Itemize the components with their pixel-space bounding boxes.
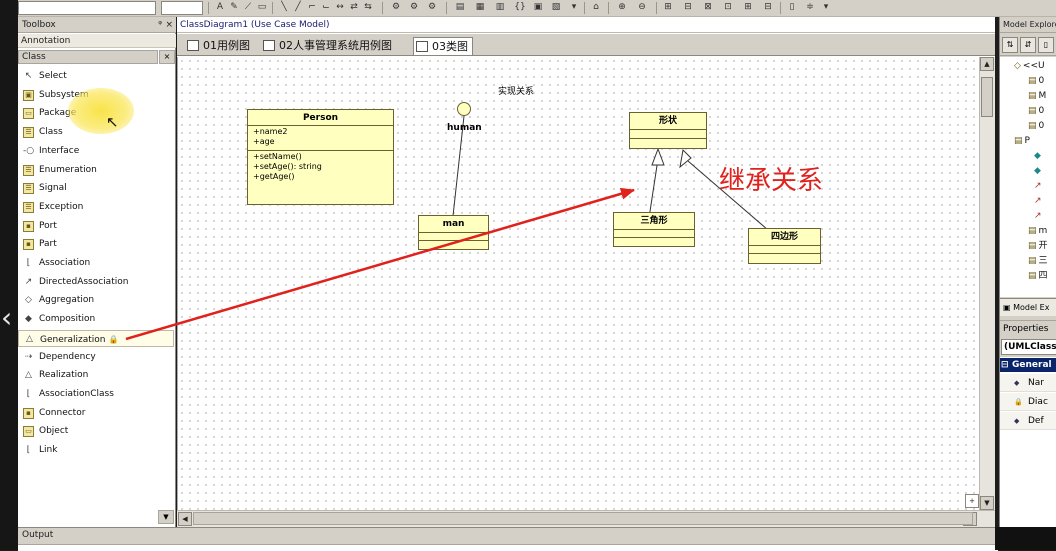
tree-node[interactable]: ▤ m [1028, 224, 1047, 238]
property-label: Def [1028, 416, 1044, 426]
collapse-icon: ⊟ [1001, 360, 1009, 370]
properties-category[interactable]: ⊟ General [1000, 358, 1056, 372]
property-row[interactable]: ◆ Nar [1000, 374, 1056, 392]
tree-node[interactable]: ▤ 0 [1028, 119, 1044, 133]
tree-node[interactable]: ▤ 0 [1028, 104, 1044, 118]
tree-node[interactable]: ▤ 0 [1028, 74, 1044, 88]
tree-node-icon: ▤ [1028, 256, 1037, 266]
property-icon: ◆ [1014, 379, 1020, 387]
screen-bezel-bottom-right [995, 527, 1056, 550]
sort-icon[interactable]: ⇅ [1002, 37, 1018, 53]
tree-node-icon: ▤ [1028, 121, 1037, 131]
tree-node[interactable]: ▤ M [1028, 89, 1046, 103]
tree-node[interactable]: ↗ [1034, 194, 1044, 208]
sort2-icon[interactable]: ⇵ [1020, 37, 1036, 53]
tree-node[interactable]: ↗ [1034, 179, 1044, 193]
tree-node[interactable]: ◆ [1034, 149, 1043, 163]
tree-node-label: 0 [1038, 106, 1045, 116]
properties-grid: ⊟ General ◆ Nar 🔒 Diac ◆ Def [1000, 357, 1056, 529]
model-explorer-toolbar: ⇅ ⇵ ▯ [1000, 34, 1056, 56]
property-label: Diac [1028, 397, 1048, 407]
tree-node-label: P [1024, 136, 1030, 146]
tree-node-icon: ↗ [1034, 196, 1042, 206]
tree-node-icon: ◆ [1034, 151, 1041, 161]
property-icon: ◆ [1014, 417, 1020, 425]
tree-node-icon: ▤ [1028, 271, 1037, 281]
tree-node-icon: ◆ [1034, 166, 1041, 176]
tree-node[interactable]: ▤ 四 [1028, 269, 1048, 283]
tree-node[interactable]: ◇ <<U [1014, 59, 1045, 73]
tree-node[interactable]: ▤ 三 [1028, 254, 1048, 268]
tree-node[interactable]: ▤ 开 [1028, 239, 1048, 253]
tab-label: Model Ex [1013, 303, 1050, 312]
tree-node-icon: ▤ [1028, 241, 1037, 251]
tree-node-label: m [1038, 226, 1048, 236]
annotation-arrow-layer [125, 187, 635, 341]
tree-node-label: 开 [1038, 241, 1048, 251]
tree-node[interactable]: ◆ [1034, 164, 1043, 178]
tree-node-label: 三 [1038, 256, 1048, 266]
properties-object-select[interactable]: (UMLClass [1001, 339, 1056, 355]
tree-node-label: <<U [1022, 61, 1045, 71]
tree-node-label: M [1038, 91, 1047, 101]
view-icon[interactable]: ▯ [1038, 37, 1054, 53]
property-icon: 🔒 [1014, 398, 1023, 406]
tree-node-icon: ▤ [1028, 91, 1037, 101]
model-explorer-title: Model Explorer [1000, 17, 1056, 33]
right-dock: Model Explorer ⇅ ⇵ ▯ ◇<<U▤0▤M▤0▤0▤P◆◆↗↗↗… [999, 17, 1056, 529]
model-icon: ▣ [1003, 303, 1014, 312]
tree-node[interactable]: ▤ P [1014, 134, 1030, 148]
properties-title: Properties [1000, 320, 1056, 336]
tree-node-icon: ▤ [1014, 136, 1023, 146]
property-row[interactable]: ◆ Def [1000, 412, 1056, 430]
output-title: Output [22, 530, 54, 540]
tree-node[interactable]: ↗ [1034, 209, 1044, 223]
model-explorer-tree[interactable]: ◇ <<U ▤ 0 ▤ M ▤ 0 ▤ 0 ▤ P ◆ ◆ ↗ ↗ ↗ ▤ m ▤ 开 ▤ 三 ▤ 四 [1000, 57, 1056, 297]
tree-node-icon: ↗ [1034, 211, 1042, 221]
tab-model-explorer[interactable]: ▣ Model Ex [1000, 298, 1056, 316]
property-row[interactable]: 🔒 Diac [1000, 393, 1056, 411]
red-arrow-icon [125, 187, 635, 341]
category-label: General [1012, 360, 1052, 370]
tree-node-icon: ↗ [1034, 181, 1042, 191]
output-panel: Output [18, 527, 1056, 551]
tree-node-label: 0 [1038, 121, 1045, 131]
property-label: Nar [1028, 378, 1044, 388]
tree-node-icon: ▤ [1028, 106, 1037, 116]
tree-node-icon: ◇ [1014, 61, 1021, 71]
tree-node-icon: ▤ [1028, 76, 1037, 86]
tree-node-label: 四 [1038, 271, 1048, 281]
tree-node-icon: ▤ [1028, 226, 1037, 236]
tree-node-label: 0 [1038, 76, 1045, 86]
